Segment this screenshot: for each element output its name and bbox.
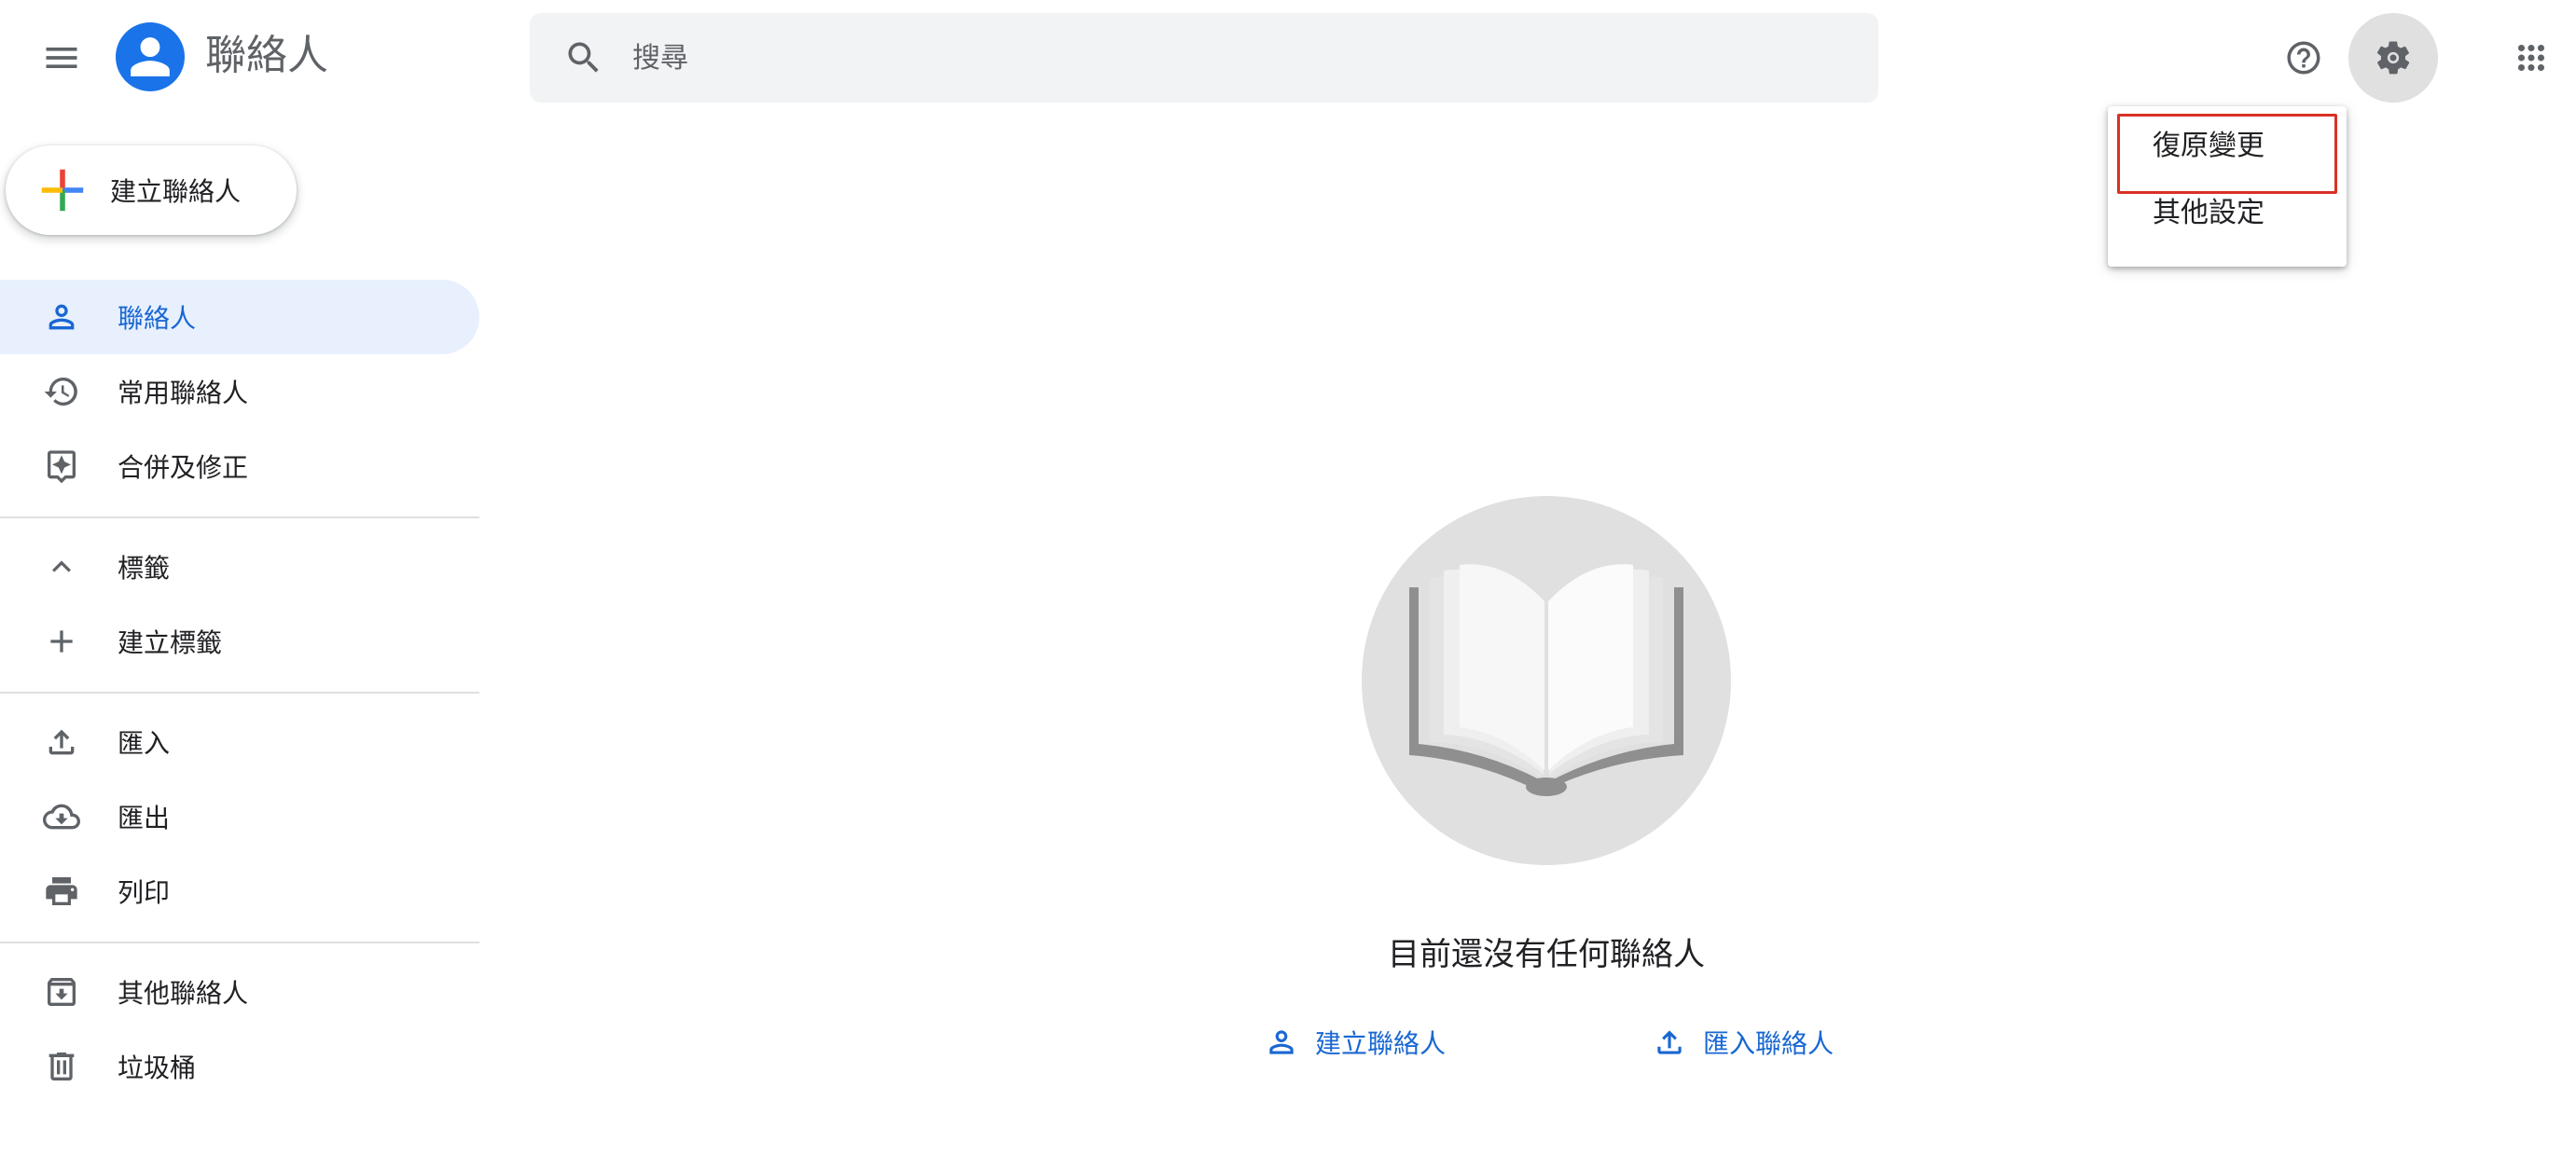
menu-item-more-settings[interactable]: 其他設定	[2108, 181, 2347, 246]
sidebar-item-frequent[interactable]: 常用聯絡人	[0, 354, 479, 429]
sidebar-item-label: 聯絡人	[118, 303, 197, 334]
settings-button[interactable]	[2348, 13, 2438, 103]
hamburger-menu-icon	[46, 48, 77, 68]
sidebar-item-other-contacts[interactable]: 其他聯絡人	[0, 955, 479, 1029]
sidebar-item-label: 建立標籤	[118, 627, 223, 658]
sidebar-item-label: 常用聯絡人	[118, 378, 249, 408]
empty-action-label: 建立聯絡人	[1315, 1028, 1447, 1059]
sidebar-divider	[0, 942, 479, 943]
create-contact-button[interactable]: 建立聯絡人	[6, 145, 297, 235]
sidebar-item-label: 匯入	[118, 728, 171, 759]
sidebar-item-contacts[interactable]: 聯絡人	[0, 280, 479, 354]
sidebar-divider	[0, 692, 479, 694]
colored-plus-icon	[41, 169, 84, 212]
open-book-icon	[1409, 564, 1683, 796]
empty-state-message: 目前還沒有任何聯絡人	[1388, 936, 1705, 973]
menu-item-undo-changes[interactable]: 復原變更	[2108, 114, 2347, 179]
sidebar-divider	[0, 516, 479, 518]
printer-icon	[41, 871, 82, 912]
help-icon	[2287, 41, 2320, 75]
empty-action-label: 匯入聯絡人	[1703, 1028, 1835, 1059]
create-contact-label: 建立聯絡人	[110, 176, 242, 207]
chevron-up-icon	[41, 546, 82, 587]
sidebar-item-merge-fix[interactable]: 合併及修正	[0, 429, 479, 503]
settings-dropdown-menu: 復原變更 其他設定	[2108, 106, 2347, 267]
archive-icon	[41, 971, 82, 1012]
sidebar-item-create-label[interactable]: 建立標籤	[0, 604, 479, 679]
sidebar-item-label: 垃圾桶	[118, 1053, 197, 1083]
gear-icon	[2376, 41, 2410, 75]
sidebar-item-print[interactable]: 列印	[0, 854, 479, 929]
sidebar-item-trash[interactable]: 垃圾桶	[0, 1029, 479, 1104]
empty-state-book-illustration	[1362, 496, 1731, 865]
upload-icon	[41, 722, 82, 763]
search-input[interactable]	[632, 41, 1752, 75]
cloud-download-icon	[41, 796, 82, 837]
upload-icon	[1651, 1024, 1688, 1061]
sidebar-item-label: 合併及修正	[118, 452, 249, 483]
contacts-logo[interactable]	[116, 22, 185, 91]
sidebar-item-label: 匯出	[118, 803, 171, 833]
sidebar-item-label: 列印	[118, 877, 171, 908]
plus-icon	[41, 621, 82, 662]
search-bar[interactable]	[530, 13, 1878, 103]
empty-state-import-contacts-link[interactable]: 匯入聯絡人	[1651, 1024, 1834, 1061]
merge-fix-icon	[41, 446, 82, 487]
app-title: 聯絡人	[205, 32, 328, 79]
apps-grid-icon	[2518, 45, 2544, 71]
trash-icon	[41, 1046, 82, 1087]
history-icon	[41, 371, 82, 412]
sidebar-item-label: 標籤	[118, 553, 171, 584]
sidebar-item-label: 其他聯絡人	[118, 978, 249, 1009]
main-menu-button[interactable]	[34, 30, 90, 86]
sidebar-item-labels-toggle[interactable]: 標籤	[0, 530, 479, 604]
search-icon[interactable]	[561, 35, 606, 80]
sidebar-item-export[interactable]: 匯出	[0, 779, 479, 854]
empty-state-create-contact-link[interactable]: 建立聯絡人	[1263, 1024, 1446, 1061]
google-apps-button[interactable]	[2503, 30, 2559, 86]
person-icon	[1263, 1024, 1300, 1061]
help-button[interactable]	[2276, 30, 2332, 86]
person-icon	[41, 296, 82, 337]
sidebar-item-import[interactable]: 匯入	[0, 705, 479, 779]
person-logo-icon	[131, 37, 170, 76]
